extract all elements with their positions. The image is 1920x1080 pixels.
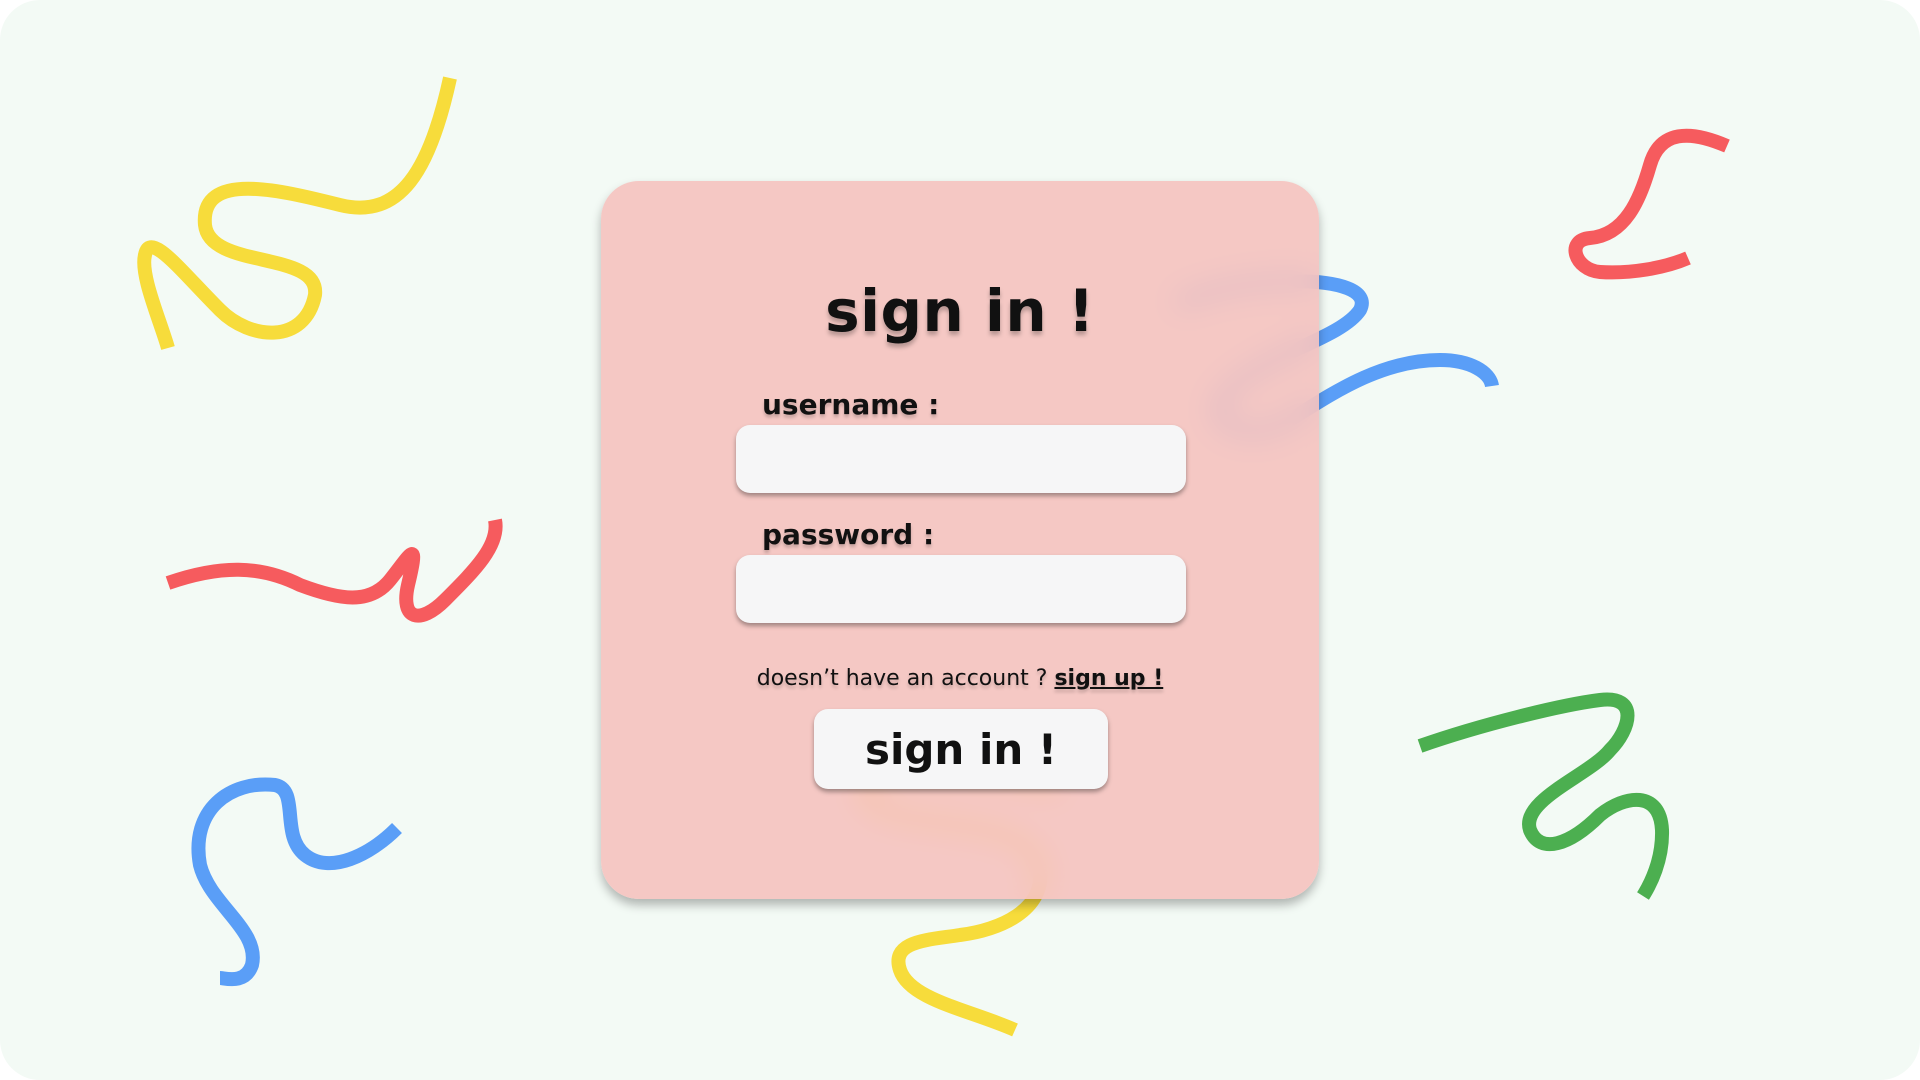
sign-in-button[interactable]: sign in ! <box>814 709 1108 789</box>
username-input[interactable] <box>736 425 1186 493</box>
sign-up-link[interactable]: sign up ! <box>1054 666 1163 691</box>
signup-prompt-text: doesn’t have an account ? <box>756 666 1055 691</box>
blue-squiggle-bottom-left <box>191 777 402 987</box>
username-label: username : <box>762 388 940 421</box>
page-title: sign in ! <box>825 277 1095 345</box>
password-input[interactable] <box>736 555 1186 623</box>
yellow-squiggle-top-left <box>137 76 457 350</box>
green-squiggle-right <box>1417 692 1670 900</box>
password-label: password : <box>762 518 935 551</box>
page-background: sign in ! username : password : doesn’t … <box>0 0 1920 1080</box>
signup-prompt-row: doesn’t have an account ? sign up ! <box>601 666 1319 691</box>
red-squiggle-left <box>165 518 503 623</box>
sign-in-card: sign in ! username : password : doesn’t … <box>601 181 1319 899</box>
red-squiggle-top-right <box>1568 128 1730 280</box>
